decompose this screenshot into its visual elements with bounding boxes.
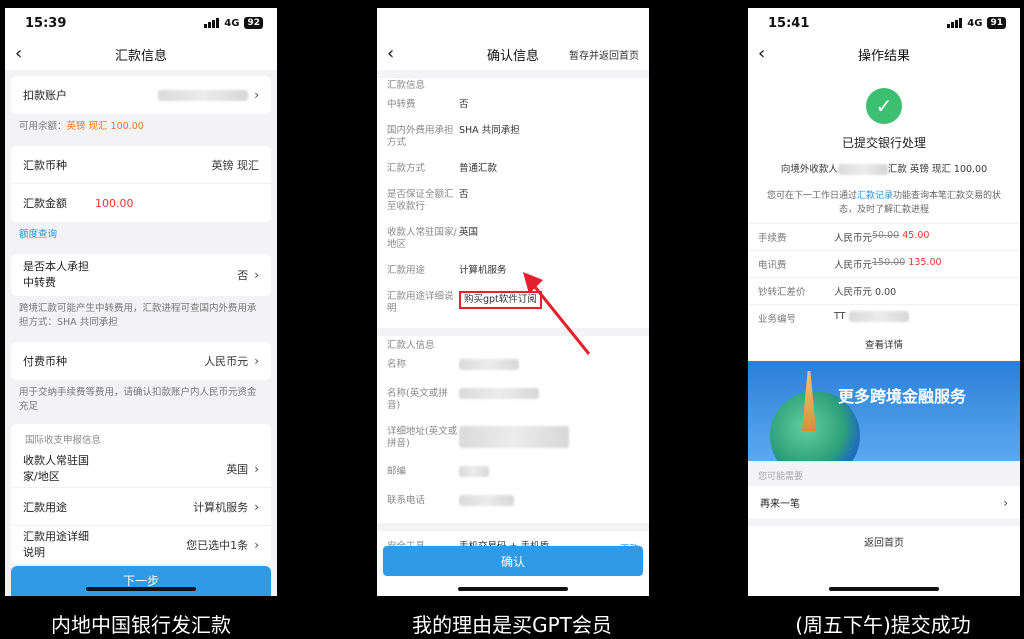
back-icon[interactable]: ‹ xyxy=(758,43,765,64)
section-payer-info: 汇款人信息 xyxy=(387,340,435,351)
nav-bar: ‹ 确认信息 暂存并返回首页 xyxy=(377,38,649,70)
next-button[interactable]: 下一步 xyxy=(11,566,271,596)
battery-icon: 92 xyxy=(244,17,263,29)
chevron-right-icon: › xyxy=(254,499,259,514)
home-indicator xyxy=(829,587,939,591)
again-row[interactable]: 再来一笔 › xyxy=(748,486,1020,520)
chevron-right-icon: › xyxy=(1003,495,1008,510)
declaration-card: 国际收支申报信息 收款人常驻国 家/地区 英国 › 汇款用途 计算机服务 › 汇款用途… xyxy=(11,424,271,564)
debit-account-card: 扣款账户 › xyxy=(11,76,271,114)
success-check-icon: ✓ xyxy=(866,88,902,124)
banner-text: 更多跨境金融服务 xyxy=(838,387,967,406)
return-home-link[interactable]: 返回首页 xyxy=(748,534,1020,549)
debit-account-label: 扣款账户 xyxy=(23,89,67,102)
promo-banner[interactable]: 更多跨境金融服务 xyxy=(748,361,1020,461)
amount-row[interactable]: 汇款金额 100.00 xyxy=(11,184,271,222)
red-arrow-annotation xyxy=(523,272,591,355)
status-bar: 15:39 4G 92 xyxy=(5,8,277,38)
country-row[interactable]: 收款人常驻国 家/地区 英国 › xyxy=(11,450,271,488)
available-balance: 可用余额：英镑 现汇 100.00 xyxy=(19,121,144,132)
page-title: 操作结果 xyxy=(857,48,910,64)
chevron-right-icon: › xyxy=(254,538,259,552)
phone-remittance-info: 15:39 4G 92 ‹ 汇款信息 扣款账户 › 可用余额：英镑 现汇 100… xyxy=(5,8,277,596)
debit-account-row[interactable]: 扣款账户 › xyxy=(11,76,271,114)
fee-row: 电讯费 人民币元 150.00 135.00 xyxy=(748,250,1020,277)
confirm-row: 中转费否 xyxy=(387,99,469,110)
back-icon[interactable]: ‹ xyxy=(15,43,22,64)
payer-row: 详细地址(英文或拼音) xyxy=(377,419,649,459)
view-details-link[interactable]: 查看详情 xyxy=(748,337,1020,351)
chevron-right-icon: › xyxy=(254,88,259,102)
fee-row: 钞转汇差价 人民币元 0.00 xyxy=(748,277,1020,304)
confirm-button[interactable]: 确认 xyxy=(383,546,643,576)
fee-currency-row[interactable]: 付费币种 人民币元 › xyxy=(11,342,271,380)
quota-link[interactable]: 额度查询 xyxy=(5,222,277,248)
status-time: 15:41 xyxy=(768,15,810,31)
status-bar: 15:41 4G 91 xyxy=(748,8,1020,38)
status-time: 15:39 xyxy=(25,15,67,31)
caption-left: 内地中国银行发汇款 xyxy=(51,613,231,637)
caption-middle: 我的理由是买GPT会员 xyxy=(412,613,612,637)
page-title: 汇款信息 xyxy=(114,48,167,64)
phone-confirm-info: ‹ 确认信息 暂存并返回首页 汇款信息 中转费否 国内外费用承担方式 SHA 共同… xyxy=(377,8,649,596)
currency-row[interactable]: 汇款币种 英镑 现汇 xyxy=(11,146,271,184)
nav-bar: ‹ 汇款信息 xyxy=(5,38,277,70)
chevron-right-icon: › xyxy=(254,461,259,476)
save-return-button[interactable]: 暂存并返回首页 xyxy=(569,47,639,62)
network-label: 4G xyxy=(967,17,983,29)
result-title: 已提交银行处理 xyxy=(841,136,926,150)
amount-value[interactable]: 100.00 xyxy=(95,197,259,210)
fee-row: 手续费 人民币元 50.00 45.00 xyxy=(748,223,1020,250)
confirm-row-highlight: 汇款用途详细说明 购买gpt软件订阅 xyxy=(377,284,649,322)
network-label: 4G xyxy=(224,17,240,29)
fee-currency-card: 付费币种 人民币元 › xyxy=(11,342,271,380)
masked-account xyxy=(158,89,249,101)
signal-icon xyxy=(204,18,220,28)
result-line: 向境外收款人 汇款 英镑 现汇 100.00 xyxy=(780,164,988,175)
confirm-row: 汇款用途 计算机服务 xyxy=(387,265,507,276)
section-remit-info: 汇款信息 xyxy=(387,80,426,91)
phone-result: 15:41 4G 91 ‹ 操作结果 ✓ 已提交银行处理 向境外收款人 汇款 英镑… xyxy=(748,8,1020,596)
fee-row: 业务编号 TT xyxy=(748,304,1020,331)
payer-row: 名称(英文或拼音) xyxy=(377,381,649,419)
remit-record-link[interactable]: 汇款记录 xyxy=(857,191,893,201)
confirm-row: 国内外费用承担方式 SHA 共同承担 xyxy=(387,125,520,148)
payer-row: 邮编 xyxy=(377,459,649,488)
purpose-detail-row[interactable]: 汇款用途详细 说明 您已选中1条 › xyxy=(11,526,271,564)
confirm-row: 汇款方式 普通汇款 xyxy=(387,163,498,174)
signal-icon xyxy=(947,18,963,28)
result-note: 您可在下一工作日通过汇款记录功能查询本笔汇款交易的状态，及时了解汇款进程 xyxy=(766,191,1002,215)
home-indicator xyxy=(86,587,196,591)
bear-card: 是否本人承担 中转费 否 › xyxy=(11,254,271,296)
home-indicator xyxy=(458,587,568,591)
confirm-row: 收款人常驻国家/地区 英国 xyxy=(387,227,479,250)
battery-icon: 91 xyxy=(987,17,1006,29)
caption-right: (周五下午)提交成功 xyxy=(795,613,971,637)
chevron-right-icon: › xyxy=(254,268,259,282)
purpose-row[interactable]: 汇款用途 计算机服务 › xyxy=(11,488,271,526)
bear-fee-row[interactable]: 是否本人承担 中转费 否 › xyxy=(11,254,271,296)
payer-row: 联系电话 xyxy=(377,488,649,517)
page-title: 确认信息 xyxy=(486,48,539,64)
section-title: 国际收支申报信息 xyxy=(25,435,102,446)
maybe-label: 您可能需要 xyxy=(748,461,1020,486)
nav-bar: ‹ 操作结果 xyxy=(748,38,1020,70)
confirm-row: 是否保证全额汇至收款行否 xyxy=(387,189,469,212)
fee-note: 用于交纳手续费等费用，请确认扣款账户内人民币元资金充足 xyxy=(19,387,257,412)
back-icon[interactable]: ‹ xyxy=(387,43,394,64)
bear-note: 跨境汇款可能产生中转费用，汇款进程可查国内外费用承担方式：SHA 共同承担 xyxy=(19,303,257,328)
amount-card: 汇款币种 英镑 现汇 汇款金额 100.00 xyxy=(11,146,271,222)
payer-row: 名称 xyxy=(377,352,649,381)
status-bar xyxy=(377,8,649,38)
chevron-right-icon: › xyxy=(254,354,259,368)
